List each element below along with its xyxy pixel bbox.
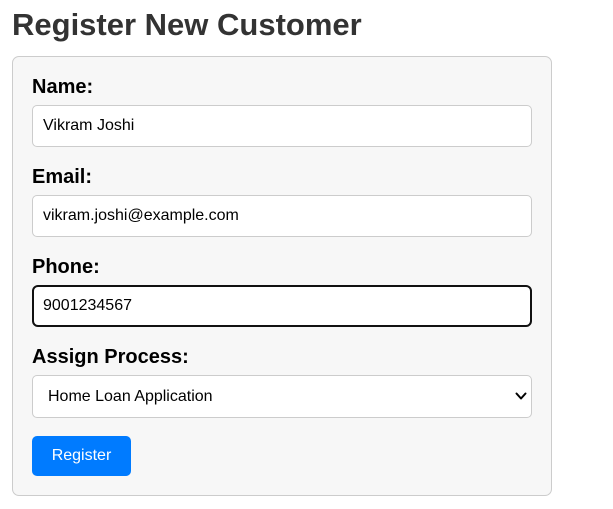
name-input[interactable]	[32, 105, 532, 147]
name-label: Name:	[32, 76, 94, 98]
registration-form: Name: Email: Phone: Assign Process: Home…	[12, 56, 552, 496]
process-select[interactable]: Home Loan Application	[32, 375, 532, 418]
process-label: Assign Process:	[32, 346, 189, 368]
email-label: Email:	[32, 166, 93, 188]
phone-input[interactable]	[32, 285, 532, 327]
page-title: Register New Customer	[12, 7, 362, 42]
email-input[interactable]	[32, 195, 532, 237]
register-button[interactable]: Register	[32, 436, 131, 476]
process-select-value: Home Loan Application	[48, 388, 213, 405]
phone-label: Phone:	[32, 256, 100, 278]
chevron-down-icon	[515, 392, 527, 400]
